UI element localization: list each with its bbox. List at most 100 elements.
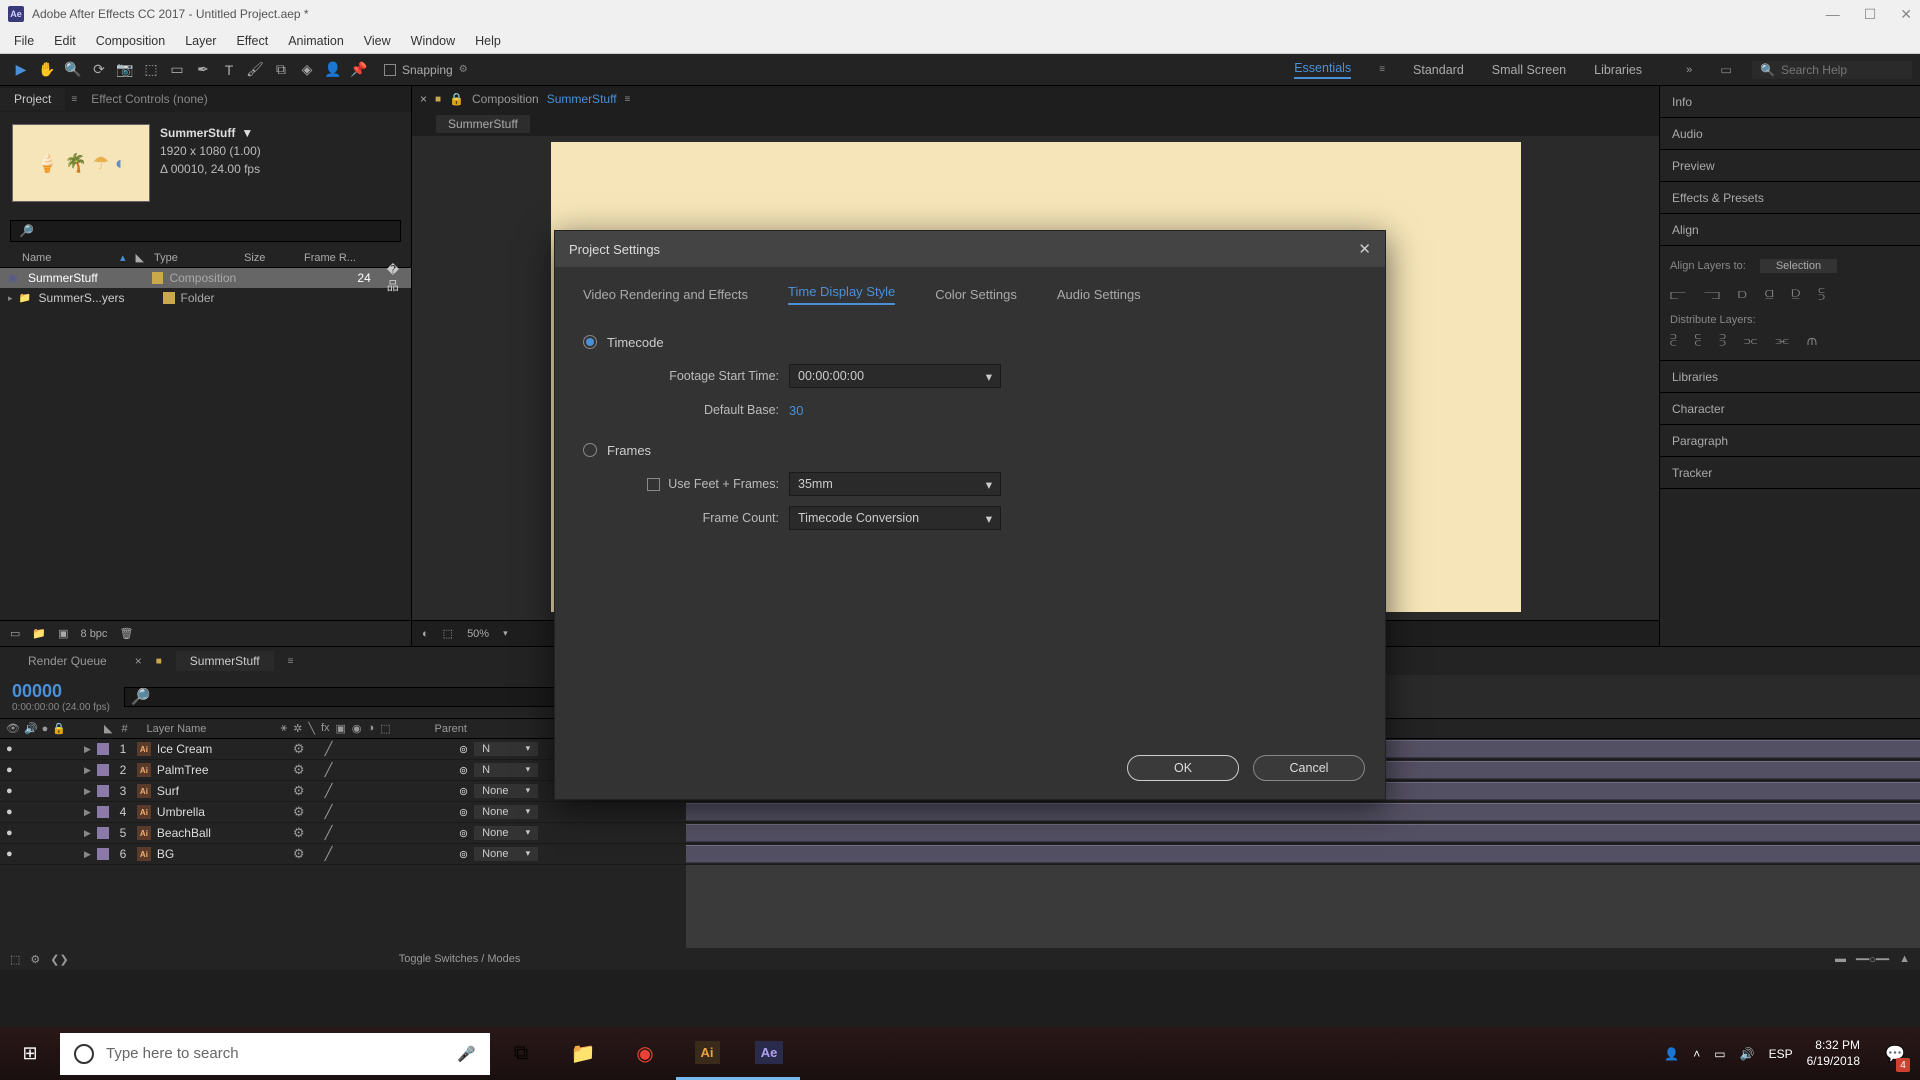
expand-layer-icon[interactable]: ▶ [84, 828, 91, 839]
tab-render-queue[interactable]: Render Queue [14, 651, 121, 671]
frame-blend-icon[interactable]: ⚙ [30, 953, 40, 966]
close-icon[interactable]: ✕ [1900, 6, 1912, 23]
switch-icon[interactable]: ╱ [325, 825, 333, 841]
tab-audio-settings[interactable]: Audio Settings [1057, 287, 1141, 302]
label-col-icon[interactable]: ◣ [136, 251, 144, 264]
workspace-small-screen[interactable]: Small Screen [1492, 63, 1566, 77]
align-hcenter-icon[interactable]: ⫎ [1704, 286, 1720, 303]
expand-layer-icon[interactable]: ▶ [84, 849, 91, 860]
pickwhip-icon[interactable]: ⊚ [459, 848, 468, 861]
snapping-options-icon[interactable]: ⚙ [459, 64, 468, 75]
label-color-icon[interactable] [97, 848, 109, 860]
expand-layer-icon[interactable]: ▶ [84, 786, 91, 797]
panel-tracker[interactable]: Tracker [1660, 457, 1920, 489]
panel-info[interactable]: Info [1660, 86, 1920, 118]
col-size[interactable]: Size [244, 252, 304, 264]
align-top-icon[interactable]: ⫑ [1765, 286, 1774, 303]
label-color-icon[interactable] [97, 743, 109, 755]
label-color-icon[interactable] [97, 827, 109, 839]
switch-icon[interactable]: ⚙ [293, 741, 305, 757]
switch-icon[interactable]: ╱ [325, 783, 333, 799]
col-framerate[interactable]: Frame R... [304, 252, 364, 264]
switch-icon[interactable]: ⚙ [293, 804, 305, 820]
search-help-input[interactable]: 🔍 Search Help [1752, 61, 1912, 79]
switch-icon[interactable]: ╱ [325, 804, 333, 820]
workspace-menu-icon[interactable]: ≡ [1379, 64, 1385, 75]
switch-icon[interactable]: ⚙ [293, 825, 305, 841]
zoom-tool-icon[interactable]: 🔍 [60, 57, 86, 83]
audio-col-icon[interactable]: 🔊 [24, 722, 38, 735]
rectangle-tool-icon[interactable]: ▭ [164, 57, 190, 83]
close-tab-icon[interactable]: × [135, 654, 142, 668]
snapping-checkbox-icon[interactable] [384, 64, 396, 76]
layer-bar[interactable] [686, 845, 1920, 863]
toggle-switches-button[interactable]: Toggle Switches / Modes [399, 953, 521, 965]
roto-tool-icon[interactable]: 👤 [320, 57, 346, 83]
switch-icon[interactable]: ╱ [325, 741, 333, 757]
parent-dropdown[interactable]: None▾ [474, 847, 538, 861]
workspace-reset-icon[interactable]: ▭ [1720, 62, 1732, 77]
align-vcenter-icon[interactable]: ⫒ [1791, 286, 1800, 303]
visibility-toggle-icon[interactable]: ● [6, 743, 18, 755]
color-depth[interactable]: 8 bpc [81, 628, 108, 640]
visibility-toggle-icon[interactable]: ● [6, 764, 18, 776]
panel-preview[interactable]: Preview [1660, 150, 1920, 182]
layer-name[interactable]: Surf [157, 784, 287, 798]
pen-tool-icon[interactable]: ✒ [190, 57, 216, 83]
panel-align[interactable]: Align [1660, 214, 1920, 246]
alpha-icon[interactable]: ◐ [422, 628, 429, 640]
tab-effect-controls[interactable]: Effect Controls (none) [77, 88, 222, 110]
timeline-layer-row[interactable]: ● ▶ 4 Ai Umbrella ⚙╱ ⊚None▾ [0, 802, 1920, 823]
workspace-libraries[interactable]: Libraries [1594, 63, 1642, 77]
parent-dropdown[interactable]: None▾ [474, 805, 538, 819]
panel-effects-presets[interactable]: Effects & Presets [1660, 182, 1920, 214]
file-explorer-icon[interactable]: 📁 [552, 1027, 614, 1080]
tray-expand-icon[interactable]: ˄ [1693, 1047, 1700, 1061]
after-effects-icon[interactable]: Ae [738, 1027, 800, 1080]
visibility-toggle-icon[interactable]: ● [6, 806, 18, 818]
dist-2-icon[interactable]: ⫕ [1695, 332, 1702, 349]
minimize-icon[interactable]: — [1826, 6, 1840, 23]
lock-icon[interactable]: 🔒 [449, 92, 464, 106]
tab-time-display[interactable]: Time Display Style [788, 284, 895, 305]
parent-dropdown[interactable]: None▾ [474, 784, 538, 798]
layer-name[interactable]: BG [157, 847, 287, 861]
zoom-in-icon[interactable]: ▲ [1899, 953, 1910, 965]
mic-icon[interactable]: 🎤 [457, 1045, 476, 1063]
switch-icon[interactable]: ╱ [325, 846, 333, 862]
expand-layer-icon[interactable]: ▶ [84, 807, 91, 818]
align-to-dropdown[interactable]: Selection [1760, 259, 1837, 273]
col-parent[interactable]: Parent [435, 723, 505, 735]
region-icon[interactable]: ⬚ [443, 627, 453, 640]
label-color-icon[interactable] [97, 806, 109, 818]
switch-icon[interactable]: ⚙ [293, 783, 305, 799]
tab-project[interactable]: Project [0, 88, 65, 110]
parent-dropdown[interactable]: N▾ [474, 763, 538, 777]
pickwhip-icon[interactable]: ⊚ [459, 743, 468, 756]
tab-video-rendering[interactable]: Video Rendering and Effects [583, 287, 748, 302]
start-button[interactable]: ⊞ [0, 1027, 60, 1080]
expand-icon[interactable]: ▸ [8, 293, 13, 304]
clone-tool-icon[interactable]: ⧉ [268, 57, 294, 83]
flowchart-icon[interactable]: �品 [387, 263, 411, 294]
chrome-icon[interactable]: ◉ [614, 1027, 676, 1080]
eraser-tool-icon[interactable]: ◈ [294, 57, 320, 83]
pickwhip-icon[interactable]: ⊚ [459, 806, 468, 819]
panel-menu-icon[interactable]: ≡ [288, 656, 294, 667]
people-icon[interactable]: 👤 [1664, 1047, 1679, 1061]
timeline-layer-row[interactable]: ● ▶ 5 Ai BeachBall ⚙╱ ⊚None▾ [0, 823, 1920, 844]
switch-icon[interactable]: ⚙ [293, 762, 305, 778]
col-type[interactable]: Type [154, 252, 244, 264]
comp-tab-name[interactable]: SummerStuff [547, 92, 617, 106]
dist-1-icon[interactable]: ⫔ [1670, 332, 1677, 349]
label-col-icon[interactable]: ◣ [104, 722, 112, 735]
project-item[interactable]: ▸ 📁 SummerS...yers Folder [0, 288, 411, 308]
comp-breadcrumb[interactable]: SummerStuff [436, 115, 530, 133]
panel-audio[interactable]: Audio [1660, 118, 1920, 150]
menu-composition[interactable]: Composition [86, 30, 175, 52]
expand-layer-icon[interactable]: ▶ [84, 765, 91, 776]
col-number[interactable]: # [117, 723, 133, 735]
pickwhip-icon[interactable]: ⊚ [459, 785, 468, 798]
ok-button[interactable]: OK [1127, 755, 1239, 781]
expand-layer-icon[interactable]: ▶ [84, 744, 91, 755]
